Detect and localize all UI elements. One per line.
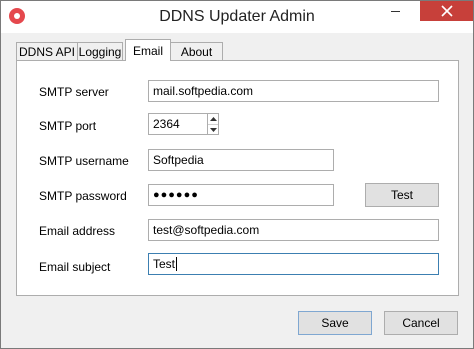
tab-email[interactable]: Email [125, 39, 171, 61]
email-subject-label: Email subject [39, 260, 111, 274]
down-arrow-icon[interactable] [208, 124, 218, 135]
email-subject-value: Test [153, 257, 176, 271]
email-address-input[interactable]: test@softpedia.com [148, 219, 439, 241]
smtp-port-input[interactable]: 2364 [148, 113, 208, 135]
title-bar[interactable]: DDNS Updater Admin [1, 1, 473, 33]
text-caret [176, 257, 178, 271]
tab-ddns-api[interactable]: DDNS API [16, 42, 78, 60]
save-button[interactable]: Save [298, 311, 372, 335]
tab-logging[interactable]: Logging [77, 42, 123, 60]
smtp-server-label: SMTP server [39, 85, 109, 99]
smtp-username-label: SMTP username [39, 154, 129, 168]
minimize-button[interactable] [372, 1, 418, 21]
smtp-password-label: SMTP password [39, 189, 127, 203]
tab-about[interactable]: About [170, 42, 223, 60]
close-icon [440, 5, 453, 17]
email-panel: SMTP server mail.softpedia.com SMTP port… [16, 60, 459, 296]
smtp-server-input[interactable]: mail.softpedia.com [148, 80, 439, 102]
cancel-button[interactable]: Cancel [384, 311, 458, 335]
smtp-password-input[interactable]: ●●●●●● [148, 184, 334, 206]
test-button[interactable]: Test [365, 183, 439, 207]
email-address-label: Email address [39, 224, 116, 238]
close-button[interactable] [420, 1, 473, 21]
email-subject-input[interactable]: Test [148, 253, 439, 275]
app-window: DDNS Updater Admin DDNS API Logging Emai… [0, 0, 474, 349]
smtp-username-input[interactable]: Softpedia [148, 149, 334, 171]
smtp-port-label: SMTP port [39, 119, 97, 133]
up-arrow-icon[interactable] [208, 114, 218, 124]
smtp-port-stepper[interactable] [207, 113, 219, 135]
